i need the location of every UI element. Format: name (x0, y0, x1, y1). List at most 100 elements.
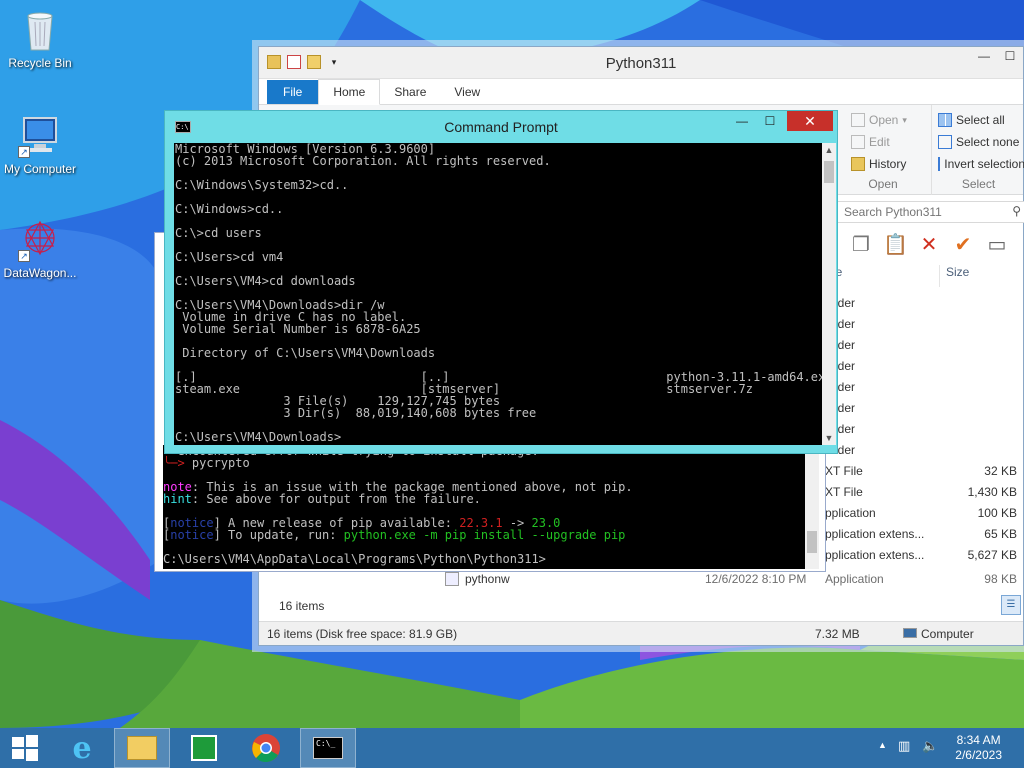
application-icon (445, 572, 459, 586)
computer-icon: ↗ (18, 114, 62, 158)
tab-view[interactable]: View (440, 80, 494, 104)
minimize-button[interactable]: — (731, 111, 753, 131)
network-icon[interactable]: ▥ (898, 738, 910, 754)
explorer-titlebar[interactable]: ▾ Python311 — ☐ (259, 47, 1023, 79)
console-line: (c) 2013 Microsoft Corporation. All righ… (175, 154, 551, 168)
list-item[interactable]: XT File 32 KB (825, 461, 1024, 482)
taskbar-chrome[interactable] (238, 728, 294, 768)
maximize-button[interactable]: ☐ (759, 111, 781, 131)
ribbon-group-select: Select all Select none Invert selection … (931, 105, 1024, 195)
status-location: Computer (903, 627, 974, 641)
desktop-icon-label: Recycle Bin (8, 56, 72, 70)
desktop-icon-my-computer[interactable]: ↗ My Computer (0, 114, 80, 176)
command-prompt-window[interactable]: C:\ Command Prompt — ☐ ✕ Microsoft Windo… (164, 110, 838, 454)
paste-icon[interactable]: 📋 (883, 233, 908, 257)
explorer-title: Python311 (605, 55, 677, 72)
edit-icon (851, 135, 865, 149)
invert-selection-button[interactable]: Invert selection (938, 153, 1024, 175)
scroll-thumb[interactable] (824, 161, 834, 183)
minimize-button[interactable]: — (971, 47, 997, 67)
console-line: C:\Windows>cd.. (175, 202, 284, 216)
tab-home[interactable]: Home (318, 79, 381, 105)
start-button[interactable] (0, 728, 50, 768)
console-line: C:\Windows\System32>cd.. (175, 178, 349, 192)
file-name: pythonw (465, 572, 510, 586)
copy-icon[interactable]: ❐ (849, 233, 873, 257)
list-item[interactable]: folder (825, 293, 1024, 314)
list-item[interactable]: folder (825, 419, 1024, 440)
console-line: C:\>cd users (175, 226, 262, 240)
select-all-button[interactable]: Select all (938, 109, 1024, 131)
ribbon-group-open: Open ▾ Edit History Open (841, 105, 925, 195)
windows-logo-icon (12, 735, 38, 761)
list-item[interactable]: folder (825, 377, 1024, 398)
status-size: 7.32 MB (815, 627, 860, 641)
command-prompt-icon: C:\_ (313, 737, 343, 759)
system-tray: ▲ ▥ 🔈 8:34 AM 2/6/2023 (864, 728, 1024, 768)
rename-icon[interactable]: ▭ (985, 233, 1009, 257)
internet-explorer-icon: e (72, 730, 92, 766)
history-button[interactable]: History (851, 153, 925, 175)
clock-date: 2/6/2023 (955, 748, 1002, 762)
list-item[interactable]: pplication extens... 65 KB (825, 524, 1024, 545)
console-segment: : See above for output from the failure. (191, 492, 481, 506)
maximize-button[interactable]: ☐ (997, 47, 1023, 67)
desktop-icon-datawagon[interactable]: ↗ DataWagon... (0, 218, 80, 280)
list-item-pythonw[interactable]: pythonw 12/6/2022 8:10 PM Application 98… (445, 569, 1024, 590)
clock[interactable]: 8:34 AM 2/6/2023 (955, 733, 1002, 763)
console-segment: pycrypto (191, 456, 250, 470)
taskbar-command-prompt[interactable]: C:\_ (300, 728, 356, 768)
console-output-back: encountered error while trying to instal… (163, 445, 805, 569)
console-line: Directory of C:\Users\VM4\Downloads (175, 346, 436, 360)
taskbar: e C:\_ ▲ ▥ 🔈 8:34 AM 2/6/2023 (0, 728, 1024, 768)
ribbon-tabs: File Home Share View (259, 79, 1023, 105)
console-line: C:\Users\VM4>cd downloads (175, 274, 356, 288)
console-segment: ] To update, run: (213, 528, 344, 542)
open-button[interactable]: Open ▾ (851, 109, 925, 131)
status-items-text: 16 items (Disk free space: 81.9 GB) (267, 627, 458, 641)
status-bar: 16 items (Disk free space: 81.9 GB) 7.32… (259, 621, 1023, 645)
console-scrollbar[interactable] (805, 445, 819, 569)
close-button[interactable]: ✕ (787, 111, 833, 131)
taskbar-store[interactable] (176, 728, 232, 768)
select-none-button[interactable]: Select none (938, 131, 1024, 153)
scroll-down-arrow-icon[interactable]: ▼ (822, 431, 836, 445)
list-item[interactable]: pplication extens... 5,627 KB (825, 545, 1024, 566)
tab-file[interactable]: File (267, 80, 319, 104)
details-view-icon[interactable]: ☰ (1001, 595, 1021, 615)
list-item[interactable]: folder (825, 398, 1024, 419)
console-segment: hint (163, 492, 192, 506)
list-item[interactable]: folder (825, 314, 1024, 335)
column-header-size[interactable]: Size (939, 265, 1024, 287)
ribbon-group-label: Select (961, 177, 996, 191)
taskbar-internet-explorer[interactable]: e (54, 728, 110, 768)
chevron-up-icon[interactable]: ▲ (878, 740, 887, 750)
select-all-icon (938, 113, 952, 127)
ribbon-group-label: Open (868, 177, 898, 191)
datawagon-icon: ↗ (18, 218, 62, 262)
delete-icon[interactable]: ✕ (917, 233, 941, 257)
store-icon (191, 735, 217, 761)
desktop-icon-label: My Computer (3, 162, 77, 176)
scroll-up-arrow-icon[interactable]: ▲ (822, 143, 836, 157)
desktop-icon-label: DataWagon... (3, 266, 77, 280)
items-count: 16 items (279, 599, 325, 613)
list-item[interactable]: pplication 100 KB (825, 503, 1024, 524)
search-input[interactable] (837, 201, 1024, 223)
checkmark-icon[interactable]: ✔ (951, 233, 975, 257)
file-size: 98 KB (984, 572, 1017, 586)
computer-icon (903, 628, 917, 638)
cmd-titlebar[interactable]: C:\ Command Prompt — ☐ ✕ (165, 111, 837, 143)
edit-button[interactable]: Edit (851, 131, 925, 153)
list-item[interactable]: folder (825, 356, 1024, 377)
cmd-scrollbar[interactable]: ▲ ▼ (822, 143, 836, 445)
file-list: folder folder folder folder folder folde… (825, 293, 1024, 566)
taskbar-file-explorer[interactable] (114, 728, 170, 768)
list-item[interactable]: folder (825, 335, 1024, 356)
list-item[interactable]: folder (825, 440, 1024, 461)
tab-share[interactable]: Share (380, 80, 440, 104)
list-item[interactable]: XT File 1,430 KB (825, 482, 1024, 503)
desktop-icon-recycle-bin[interactable]: Recycle Bin (0, 8, 80, 70)
console-output[interactable]: Microsoft Windows [Version 6.3.9600] (c) … (174, 143, 822, 445)
volume-icon[interactable]: 🔈 (922, 738, 938, 754)
